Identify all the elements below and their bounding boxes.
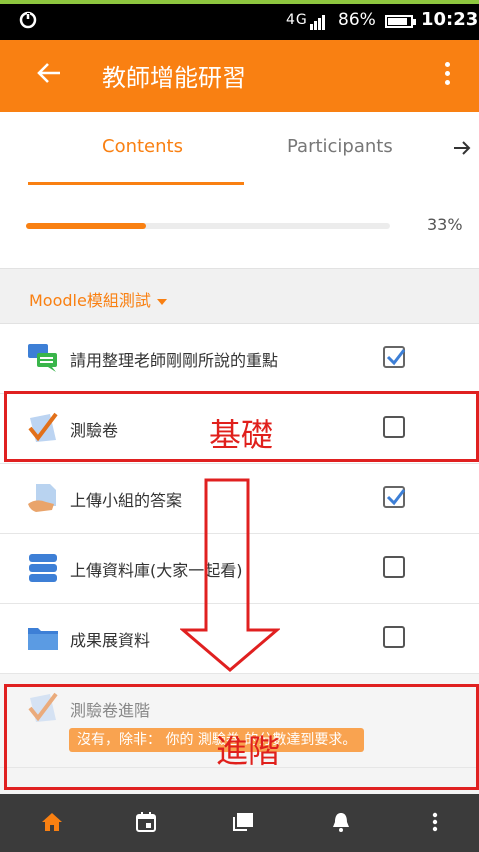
arrow-right-icon[interactable] (452, 138, 472, 158)
section-title[interactable]: Moodle模組測試 (29, 287, 167, 311)
clock: 10:23 (421, 9, 479, 30)
app-screen: 4G 86% 10:23 教師增能研習 Contents Participant… (0, 0, 479, 852)
status-bar: 4G 86% 10:23 (0, 4, 479, 40)
calendar-icon[interactable] (134, 810, 158, 834)
progress-percent: 33% (427, 215, 463, 234)
course-title: 教師增能研習 (102, 64, 246, 92)
active-tab-indicator (28, 182, 244, 185)
caret-down-icon (156, 298, 167, 305)
battery-icon (385, 15, 416, 28)
list-item-label: 請用整理老師剛剛所說的重點 (70, 351, 279, 370)
progress-fill (26, 223, 147, 229)
network-indicator: 4G (286, 12, 308, 28)
overflow-menu-icon[interactable] (444, 62, 452, 88)
database-icon (29, 554, 57, 582)
sync-icon (19, 11, 37, 29)
more-icon[interactable] (423, 810, 447, 834)
tab-bar: Contents Participants (0, 112, 479, 188)
tab-participants[interactable]: Participants (287, 136, 393, 157)
completion-checkbox[interactable] (383, 486, 406, 508)
list-item-label: 上傳小組的答案 (70, 491, 183, 510)
signal-icon (310, 15, 325, 30)
section-header[interactable]: Moodle模組測試 (0, 268, 479, 324)
annotation-label-advanced: 進階 (216, 732, 281, 770)
notifications-icon[interactable] (329, 810, 353, 834)
annotation-label-basic: 基礎 (209, 416, 274, 454)
completion-checkbox[interactable] (383, 626, 405, 648)
completion-checkbox[interactable] (383, 556, 405, 578)
messages-icon[interactable] (231, 810, 255, 834)
assignment-icon (28, 484, 56, 512)
battery-percent: 86% (338, 10, 376, 30)
course-progress: 33% (0, 188, 479, 268)
bottom-navigation (0, 794, 479, 852)
tab-contents[interactable]: Contents (102, 136, 183, 157)
folder-icon (28, 628, 58, 650)
annotation-arrow-icon (180, 478, 280, 672)
completion-checkbox[interactable] (383, 346, 406, 368)
list-item-label: 成果展資料 (70, 631, 151, 650)
progress-bar (26, 223, 390, 229)
home-icon[interactable] (40, 810, 64, 834)
back-arrow-icon[interactable] (34, 58, 64, 88)
forum-icon (28, 344, 57, 372)
list-item[interactable]: 請用整理老師剛剛所說的重點 (0, 324, 479, 394)
app-bar: 教師增能研習 (0, 40, 479, 112)
